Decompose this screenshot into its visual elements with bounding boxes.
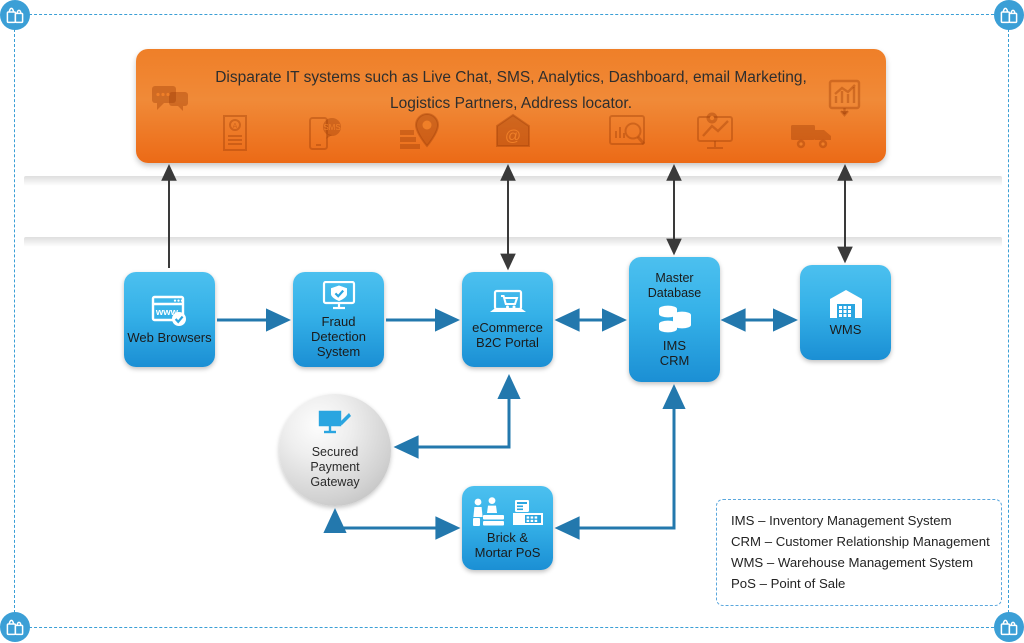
svg-text:SMS: SMS [323, 123, 340, 132]
database-stack-icon [655, 304, 695, 336]
node-label: eCommerce B2C Portal [472, 320, 543, 350]
node-brick-mortar-pos[interactable]: Brick & Mortar PoS [462, 486, 553, 570]
band-separator-top [24, 176, 1002, 186]
monitor-shield-icon [322, 280, 356, 311]
node-label: Web Browsers [127, 329, 212, 345]
node-secured-payment-gateway[interactable]: Secured Payment Gateway [279, 394, 391, 506]
shopping-bags-icon [1000, 618, 1018, 636]
band-separator-bottom [24, 237, 1002, 247]
node-wms[interactable]: WMS [800, 265, 891, 360]
pos-icons-group [471, 496, 544, 527]
corner-badge-bottom-left [0, 612, 30, 642]
cash-register-icon [512, 499, 544, 527]
shop-counter-people-icon [471, 496, 505, 527]
svg-text:@: @ [505, 128, 521, 145]
legend-line: PoS – Point of Sale [731, 576, 846, 591]
corner-badge-top-left [0, 0, 30, 30]
legend-box: IMS – Inventory Management System CRM – … [716, 499, 1002, 606]
shopping-bags-icon [6, 6, 24, 24]
laptop-cart-icon [489, 289, 527, 317]
disparate-it-systems-banner: Disparate IT systems such as Live Chat, … [136, 49, 886, 163]
bar-chart-growth-icon [828, 79, 862, 117]
corner-badge-bottom-right [994, 612, 1024, 642]
shopping-bags-icon [1000, 6, 1018, 24]
node-label: WMS [829, 321, 862, 337]
node-fraud-detection-system[interactable]: Fraud Detection System [293, 272, 384, 367]
map-location-pin-icon [398, 112, 440, 152]
link-pos-gateway [323, 508, 461, 540]
node-master-database[interactable]: Master Database IMS CRM [629, 257, 720, 382]
node-label: Fraud Detection System [311, 313, 366, 359]
monitor-pen-signature-icon [318, 410, 352, 442]
chat-bubbles-icon [152, 85, 188, 115]
node-title: Master Database [647, 271, 702, 300]
node-label: Secured Payment Gateway [310, 445, 360, 489]
mobile-sms-icon: SMS [308, 114, 342, 152]
link-pos-masterdb [554, 384, 686, 540]
link-gateway-ecommerce [393, 374, 521, 459]
node-web-browsers[interactable]: www Web Browsers [124, 272, 215, 367]
shopping-bags-icon [6, 618, 24, 636]
node-label: IMS CRM [659, 338, 690, 368]
email-envelope-icon: @ [494, 112, 532, 150]
legend-line: CRM – Customer Relationship Management [731, 534, 990, 549]
legend-line: IMS – Inventory Management System [731, 513, 952, 528]
document-report-icon: A [222, 114, 248, 152]
warehouse-icon [829, 289, 863, 319]
corner-badge-top-right [994, 0, 1024, 30]
delivery-truck-icon [790, 121, 834, 151]
banner-text: Disparate IT systems such as Live Chat, … [215, 69, 807, 112]
diagram-canvas: Disparate IT systems such as Live Chat, … [0, 0, 1024, 643]
legend-line: WMS – Warehouse Management System [731, 555, 974, 570]
svg-text:A: A [233, 123, 238, 130]
node-ecommerce-b2c-portal[interactable]: eCommerce B2C Portal [462, 272, 553, 367]
node-label: Brick & Mortar PoS [474, 529, 541, 560]
analytics-search-icon [608, 114, 648, 150]
browser-www-check-icon: www [151, 295, 189, 327]
